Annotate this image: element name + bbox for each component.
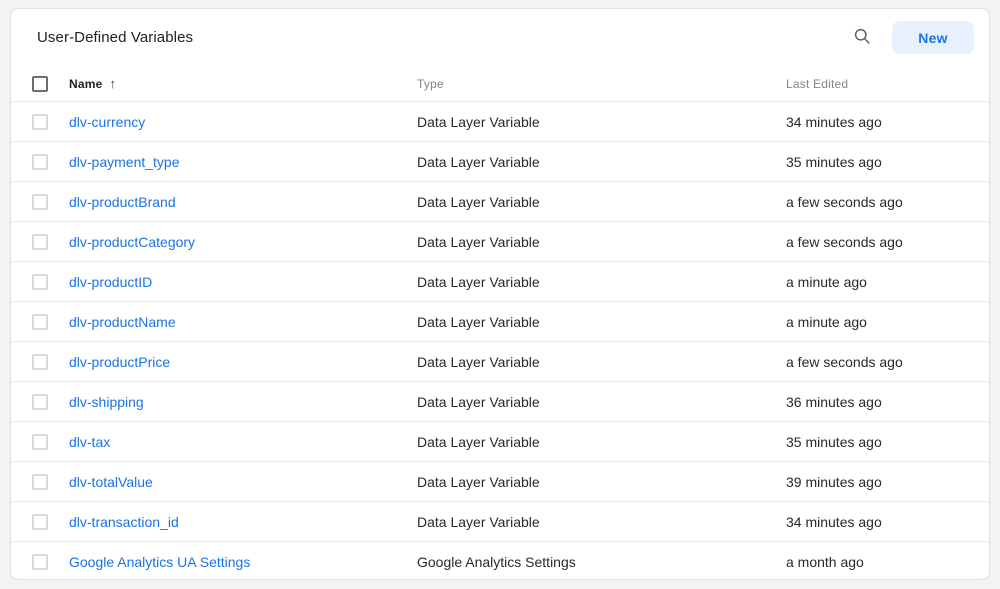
variable-last-edited: a few seconds ago <box>786 194 989 210</box>
variable-name-link[interactable]: dlv-productPrice <box>69 354 170 370</box>
sort-ascending-icon[interactable]: ↑ <box>109 76 116 91</box>
table-row: dlv-totalValue Data Layer Variable 39 mi… <box>11 461 989 501</box>
row-checkbox[interactable] <box>32 274 48 290</box>
table-row: dlv-currency Data Layer Variable 34 minu… <box>11 101 989 141</box>
row-checkbox-cell <box>32 114 48 130</box>
variable-type: Data Layer Variable <box>417 154 786 170</box>
table-row: dlv-productBrand Data Layer Variable a f… <box>11 181 989 221</box>
variable-last-edited: 36 minutes ago <box>786 394 989 410</box>
row-checkbox-cell <box>32 394 48 410</box>
table-row: dlv-shipping Data Layer Variable 36 minu… <box>11 381 989 421</box>
row-checkbox-cell <box>32 434 48 450</box>
variable-name-link[interactable]: dlv-totalValue <box>69 474 153 490</box>
row-checkbox[interactable] <box>32 354 48 370</box>
table-body: dlv-currency Data Layer Variable 34 minu… <box>11 101 989 580</box>
select-all-checkbox[interactable] <box>32 76 48 92</box>
variable-type: Data Layer Variable <box>417 434 786 450</box>
row-checkbox[interactable] <box>32 474 48 490</box>
row-checkbox-cell <box>32 354 48 370</box>
variable-last-edited: a few seconds ago <box>786 354 989 370</box>
variable-type: Data Layer Variable <box>417 514 786 530</box>
row-checkbox-cell <box>32 194 48 210</box>
user-defined-variables-card: User-Defined Variables New Name ↑ Type L… <box>10 8 990 580</box>
variable-type: Data Layer Variable <box>417 474 786 490</box>
search-icon <box>852 26 872 49</box>
variable-last-edited: a minute ago <box>786 274 989 290</box>
row-checkbox[interactable] <box>32 434 48 450</box>
table-row: dlv-transaction_id Data Layer Variable 3… <box>11 501 989 541</box>
variable-last-edited: 39 minutes ago <box>786 474 989 490</box>
variable-last-edited: 34 minutes ago <box>786 114 989 130</box>
row-checkbox[interactable] <box>32 554 48 570</box>
search-button[interactable] <box>850 26 874 50</box>
table-row: Google Analytics UA Settings Google Anal… <box>11 541 989 580</box>
select-all-cell <box>32 76 48 92</box>
variable-type: Google Analytics Settings <box>417 554 786 570</box>
row-checkbox[interactable] <box>32 234 48 250</box>
table-header-row: Name ↑ Type Last Edited <box>11 66 989 101</box>
variable-last-edited: 35 minutes ago <box>786 154 989 170</box>
row-checkbox-cell <box>32 234 48 250</box>
variable-type: Data Layer Variable <box>417 114 786 130</box>
variable-name-link[interactable]: dlv-payment_type <box>69 154 180 170</box>
row-checkbox-cell <box>32 314 48 330</box>
row-checkbox[interactable] <box>32 394 48 410</box>
variable-name-link[interactable]: dlv-shipping <box>69 394 144 410</box>
variable-name-link[interactable]: dlv-productID <box>69 274 152 290</box>
variable-type: Data Layer Variable <box>417 314 786 330</box>
row-checkbox[interactable] <box>32 154 48 170</box>
variable-type: Data Layer Variable <box>417 394 786 410</box>
table-row: dlv-productCategory Data Layer Variable … <box>11 221 989 261</box>
table-row: dlv-productName Data Layer Variable a mi… <box>11 301 989 341</box>
variable-name-link[interactable]: dlv-transaction_id <box>69 514 179 530</box>
variable-type: Data Layer Variable <box>417 194 786 210</box>
variable-last-edited: 34 minutes ago <box>786 514 989 530</box>
variable-last-edited: 35 minutes ago <box>786 434 989 450</box>
variable-type: Data Layer Variable <box>417 274 786 290</box>
row-checkbox[interactable] <box>32 314 48 330</box>
row-checkbox[interactable] <box>32 514 48 530</box>
table-row: dlv-payment_type Data Layer Variable 35 … <box>11 141 989 181</box>
card-header: User-Defined Variables New <box>11 9 989 66</box>
variable-name-link[interactable]: dlv-productName <box>69 314 176 330</box>
variable-name-link[interactable]: dlv-currency <box>69 114 145 130</box>
table-row: dlv-productPrice Data Layer Variable a f… <box>11 341 989 381</box>
column-header-type: Type <box>417 77 786 91</box>
variable-type: Data Layer Variable <box>417 354 786 370</box>
variable-name-link[interactable]: dlv-tax <box>69 434 110 450</box>
page-title: User-Defined Variables <box>37 29 850 46</box>
row-checkbox-cell <box>32 514 48 530</box>
column-header-name[interactable]: Name <box>69 77 102 91</box>
row-checkbox-cell <box>32 474 48 490</box>
row-checkbox[interactable] <box>32 194 48 210</box>
row-checkbox-cell <box>32 554 48 570</box>
new-button[interactable]: New <box>892 21 974 54</box>
variable-name-link[interactable]: dlv-productBrand <box>69 194 176 210</box>
variable-type: Data Layer Variable <box>417 234 786 250</box>
column-header-last-edited: Last Edited <box>786 77 989 91</box>
variable-last-edited: a few seconds ago <box>786 234 989 250</box>
row-checkbox[interactable] <box>32 114 48 130</box>
table-row: dlv-productID Data Layer Variable a minu… <box>11 261 989 301</box>
row-checkbox-cell <box>32 274 48 290</box>
table-row: dlv-tax Data Layer Variable 35 minutes a… <box>11 421 989 461</box>
variable-last-edited: a month ago <box>786 554 989 570</box>
variable-name-link[interactable]: dlv-productCategory <box>69 234 195 250</box>
variable-last-edited: a minute ago <box>786 314 989 330</box>
variable-name-link[interactable]: Google Analytics UA Settings <box>69 554 250 570</box>
row-checkbox-cell <box>32 154 48 170</box>
